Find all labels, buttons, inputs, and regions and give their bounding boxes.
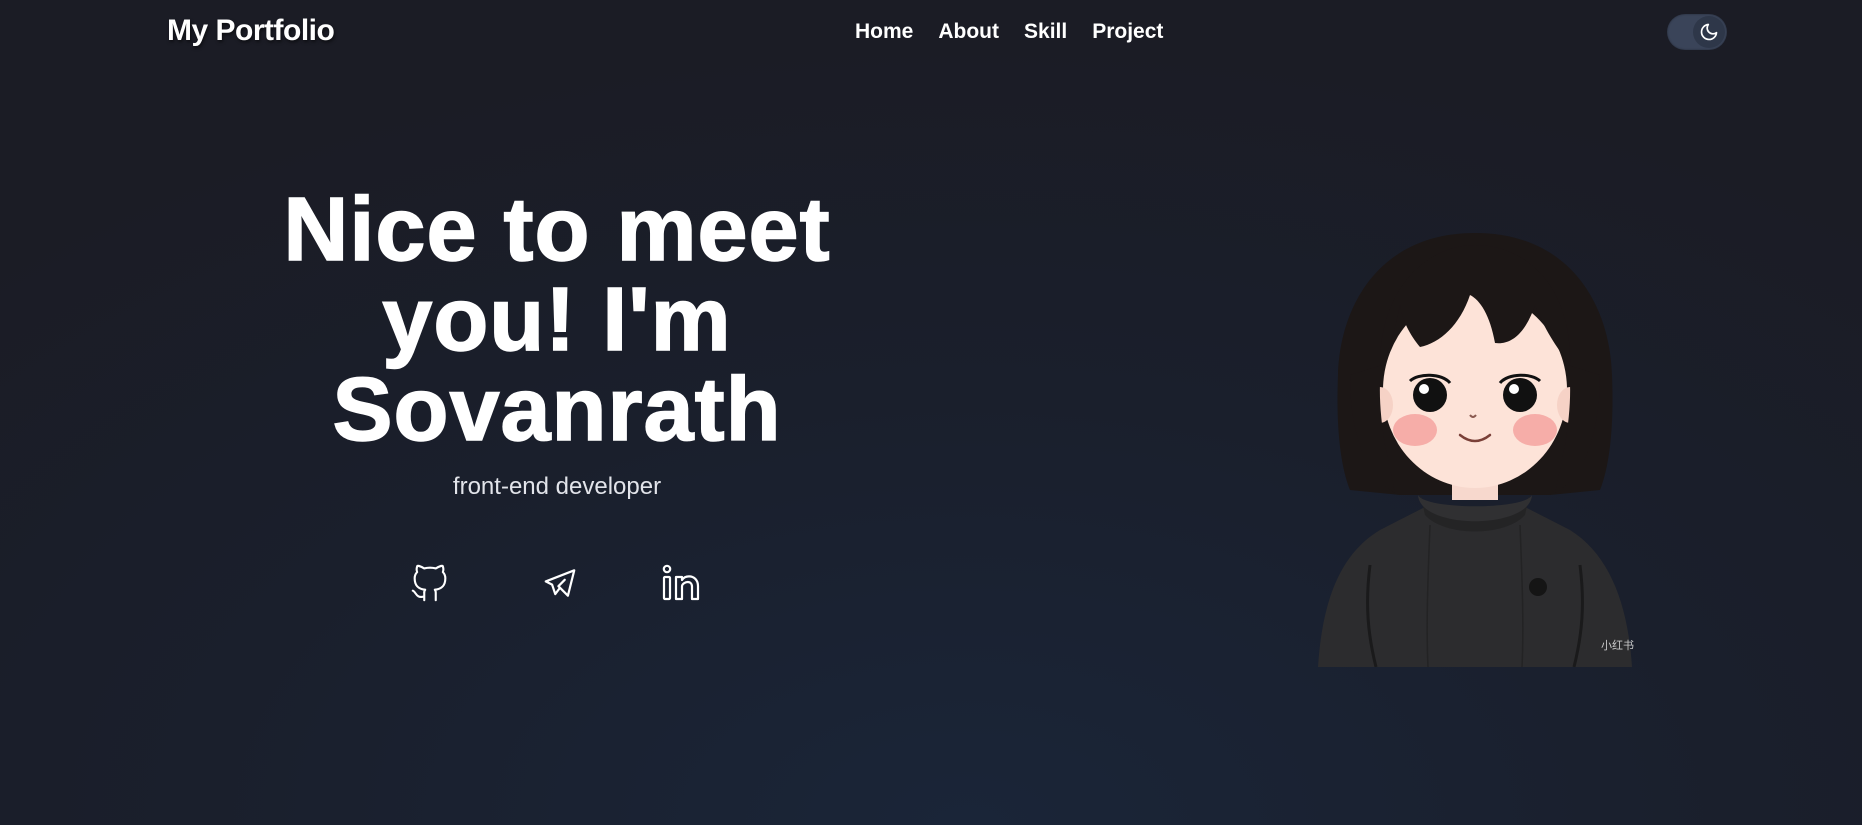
nav-link-project[interactable]: Project (1092, 20, 1163, 44)
cartoon-girl-avatar (1318, 233, 1632, 668)
telegram-icon (544, 569, 576, 597)
hero-text: Nice to meet you! I'm Sovanrath front-en… (200, 180, 914, 501)
linkedin-icon (662, 564, 700, 601)
telegram-link[interactable] (535, 558, 585, 608)
toggle-knob (1693, 16, 1725, 48)
hero-title: Nice to meet you! I'm Sovanrath (283, 180, 831, 460)
brand-logo[interactable]: My Portfolio (167, 14, 335, 48)
hero-subtitle: front-end developer (452, 473, 662, 500)
avatar-illustration: 小红书 (1310, 225, 1640, 668)
github-icon (411, 564, 447, 602)
social-links (405, 558, 715, 608)
linkedin-link[interactable] (657, 558, 707, 608)
avatar-watermark: 小红书 (1601, 639, 1634, 652)
github-link[interactable] (405, 558, 455, 608)
navbar: My Portfolio Home About Skill Project (0, 0, 1862, 64)
nav-link-about[interactable]: About (938, 20, 999, 44)
main-nav: Home About Skill Project (855, 20, 1163, 44)
theme-toggle[interactable] (1667, 14, 1727, 50)
moon-icon (1700, 23, 1718, 41)
nav-link-skill[interactable]: Skill (1024, 20, 1067, 44)
nav-link-home[interactable]: Home (855, 20, 913, 44)
